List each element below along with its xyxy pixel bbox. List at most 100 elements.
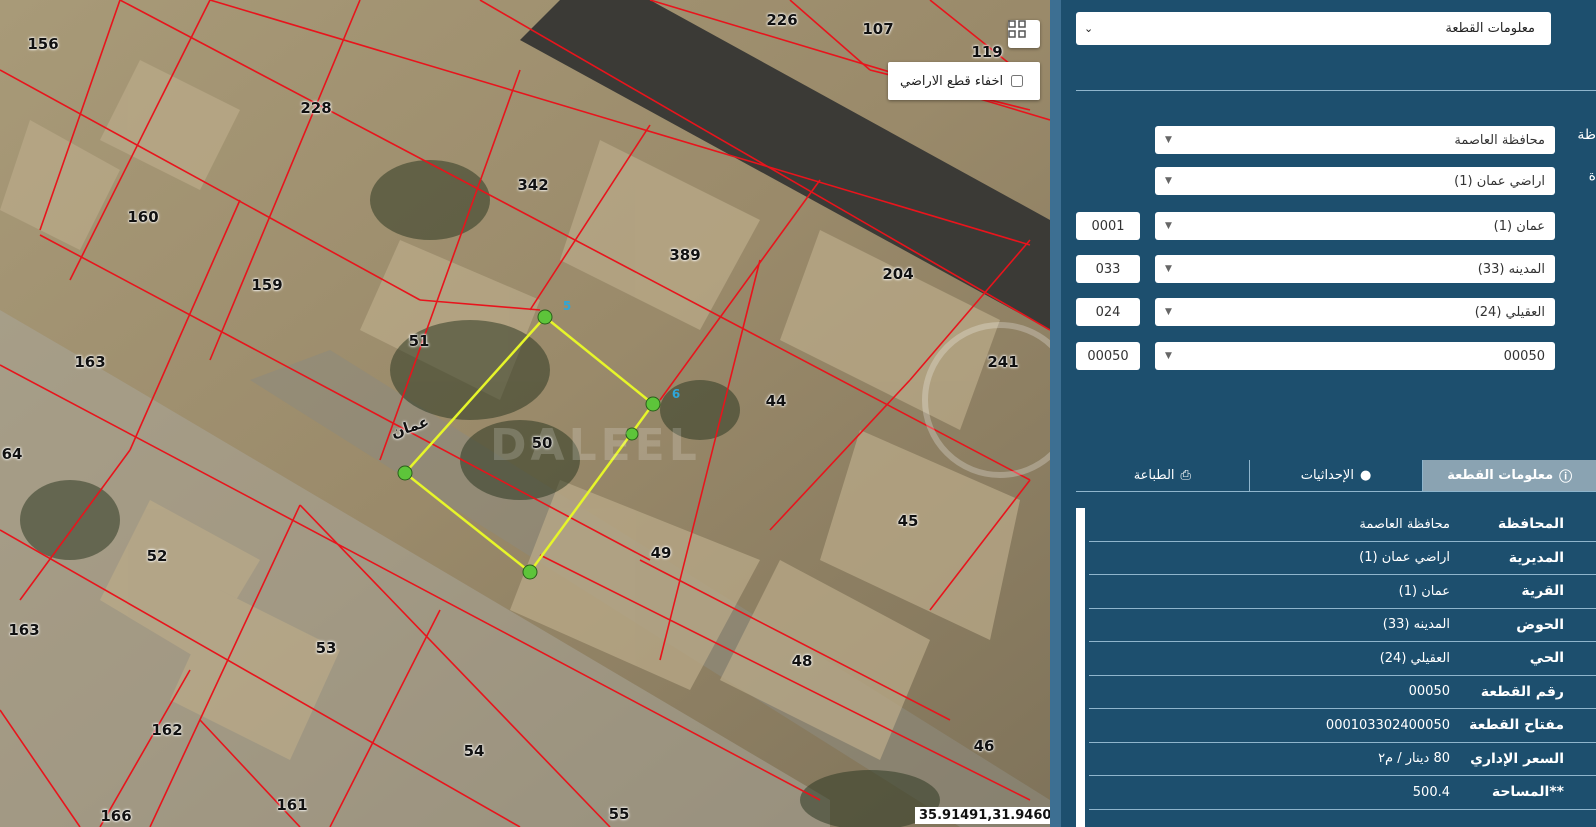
panel-mode-select[interactable]: معلومات القطعة ⌄ [1076, 12, 1551, 45]
tab-print[interactable]: ⎙ الطباعة [1076, 460, 1249, 491]
caret-down-icon: ▼ [1165, 307, 1172, 317]
basin-code-field[interactable]: 033 [1076, 255, 1140, 283]
grid-icon [1008, 20, 1026, 38]
row-value: المدينه (33) [1382, 617, 1450, 633]
governorate-dropdown[interactable]: محافظة العاصمة ▼ [1155, 126, 1555, 154]
parcel-number: 204 [882, 265, 914, 283]
parcel-number: 46 [973, 737, 995, 755]
layers-grid-button[interactable] [1008, 20, 1040, 48]
vertex-marker [537, 309, 553, 325]
scrollbar[interactable] [1076, 508, 1085, 827]
parcel-number: 226 [766, 11, 798, 29]
parcel-number: 51 [408, 332, 430, 350]
row-value: 00050 [1408, 684, 1450, 700]
tab-label: الإحداثيات [1300, 468, 1354, 483]
info-icon: ⓘ [1559, 470, 1573, 485]
parcel-number: 44 [765, 392, 787, 410]
parcel-number: 241 [987, 353, 1019, 371]
side-label: ة [1588, 168, 1596, 184]
map-pin-icon: ● [1359, 468, 1372, 483]
row-value: 500.4 [1412, 784, 1450, 800]
neighborhood-code-field[interactable]: 024 [1076, 298, 1140, 326]
vertex-marker [522, 564, 538, 580]
tab-coordinates[interactable]: ● الإحداثيات [1248, 460, 1423, 491]
parcel-number: 342 [517, 176, 549, 194]
dropdown-value: عمان (1) [1493, 218, 1545, 234]
row-key: القرية [1521, 583, 1564, 600]
parcel-number: 163 [74, 353, 106, 371]
parcel-number: 162 [151, 721, 183, 739]
row-value: عمان (1) [1398, 583, 1450, 599]
parcel-number: 166 [100, 807, 132, 825]
table-row: مفتاح القطعة 000103302400050 [1089, 709, 1596, 743]
panel-mode-value: معلومات القطعة [1445, 21, 1535, 36]
parcel-number: 159 [251, 276, 283, 294]
satellite-imagery [0, 0, 1050, 827]
table-row: المحافظة محافظة العاصمة [1089, 508, 1596, 542]
chevron-down-icon: ⌄ [1084, 22, 1094, 35]
parcel-number: 119 [971, 43, 1003, 61]
divider [1076, 90, 1596, 91]
parcel-number: 161 [276, 796, 308, 814]
row-value: 80 دينار / م٢ [1378, 751, 1450, 767]
parcel-dropdown[interactable]: 00050 ▼ [1155, 342, 1555, 370]
parcel-number: 64 [1, 445, 23, 463]
vertex-marker [397, 465, 413, 481]
row-value: اراضي عمان (1) [1359, 550, 1450, 566]
hide-parcels-control[interactable]: اخفاء قطع الاراضي [888, 62, 1040, 100]
parcel-number: 53 [315, 639, 337, 657]
side-label: ظة [1577, 127, 1596, 143]
village-dropdown[interactable]: عمان (1) ▼ [1155, 212, 1555, 240]
tab-parcel-info[interactable]: ⓘ معلومات القطعة [1422, 460, 1596, 491]
info-tabs: ⓘ معلومات القطعة ● الإحداثيات ⎙ الطباعة [1076, 460, 1596, 492]
parcel-code-field[interactable]: 00050 [1076, 342, 1140, 370]
vertex-marker [645, 396, 661, 412]
row-value: العقيلي (24) [1379, 650, 1450, 666]
directorate-dropdown[interactable]: اراضي عمان (1) ▼ [1155, 167, 1555, 195]
neighborhood-dropdown[interactable]: العقيلي (24) ▼ [1155, 298, 1555, 326]
parcel-number: 55 [608, 805, 630, 823]
parcel-info-table: المحافظة محافظة العاصمة المديرية اراضي عما… [1089, 508, 1596, 810]
vertex-label: 6 [671, 387, 681, 401]
row-key: المحافظة [1497, 516, 1564, 533]
watermark-text: DALEEL [490, 420, 701, 471]
printer-icon: ⎙ [1180, 468, 1191, 483]
dropdown-value: اراضي عمان (1) [1454, 173, 1545, 189]
hide-parcels-checkbox[interactable] [1011, 75, 1024, 87]
row-key: السعر الإداري [1470, 750, 1564, 767]
table-row: المديرية اراضي عمان (1) [1089, 542, 1596, 575]
caret-down-icon: ▼ [1165, 351, 1172, 361]
parcel-number: 156 [27, 35, 59, 53]
parcel-number: 54 [463, 742, 485, 760]
parcel-number: 389 [669, 246, 701, 264]
table-row: رقم القطعة 00050 [1089, 676, 1596, 709]
tab-label: الطباعة [1133, 468, 1175, 483]
row-key: رقم القطعة [1480, 683, 1564, 700]
village-code-field[interactable]: 0001 [1076, 212, 1140, 240]
dropdown-value: 00050 [1503, 348, 1545, 364]
parcel-number: 107 [862, 20, 894, 38]
hide-parcels-label: اخفاء قطع الاراضي [900, 73, 1004, 89]
row-key: الحوض [1516, 616, 1564, 633]
parcel-number: 163 [8, 621, 40, 639]
parcel-number: 49 [650, 544, 672, 562]
basin-dropdown[interactable]: المدينه (33) ▼ [1155, 255, 1555, 283]
parcel-number: 228 [300, 99, 332, 117]
row-key: المديرية [1508, 549, 1564, 566]
splitter-bar[interactable] [1050, 0, 1061, 827]
table-row: الحي العقيلي (24) [1089, 642, 1596, 676]
parcel-number: 160 [127, 208, 159, 226]
row-value: 000103302400050 [1325, 717, 1450, 733]
dropdown-value: العقيلي (24) [1474, 304, 1545, 320]
row-value: محافظة العاصمة [1359, 516, 1450, 532]
coordinates-readout: 35.91491,31.94604 [915, 807, 1050, 824]
row-key: الحي [1529, 650, 1564, 667]
table-row: السعر الإداري 80 دينار / م٢ [1089, 743, 1596, 776]
map-view[interactable]: DALEEL 156 226 107 119 228 342 160 389 2… [0, 0, 1050, 827]
parcel-number: 52 [146, 547, 168, 565]
row-key: مفتاح القطعة [1469, 717, 1564, 734]
caret-down-icon: ▼ [1165, 221, 1172, 231]
table-row: القرية عمان (1) [1089, 575, 1596, 609]
row-key: **المساحة [1491, 784, 1564, 801]
parcel-number: 48 [791, 652, 813, 670]
